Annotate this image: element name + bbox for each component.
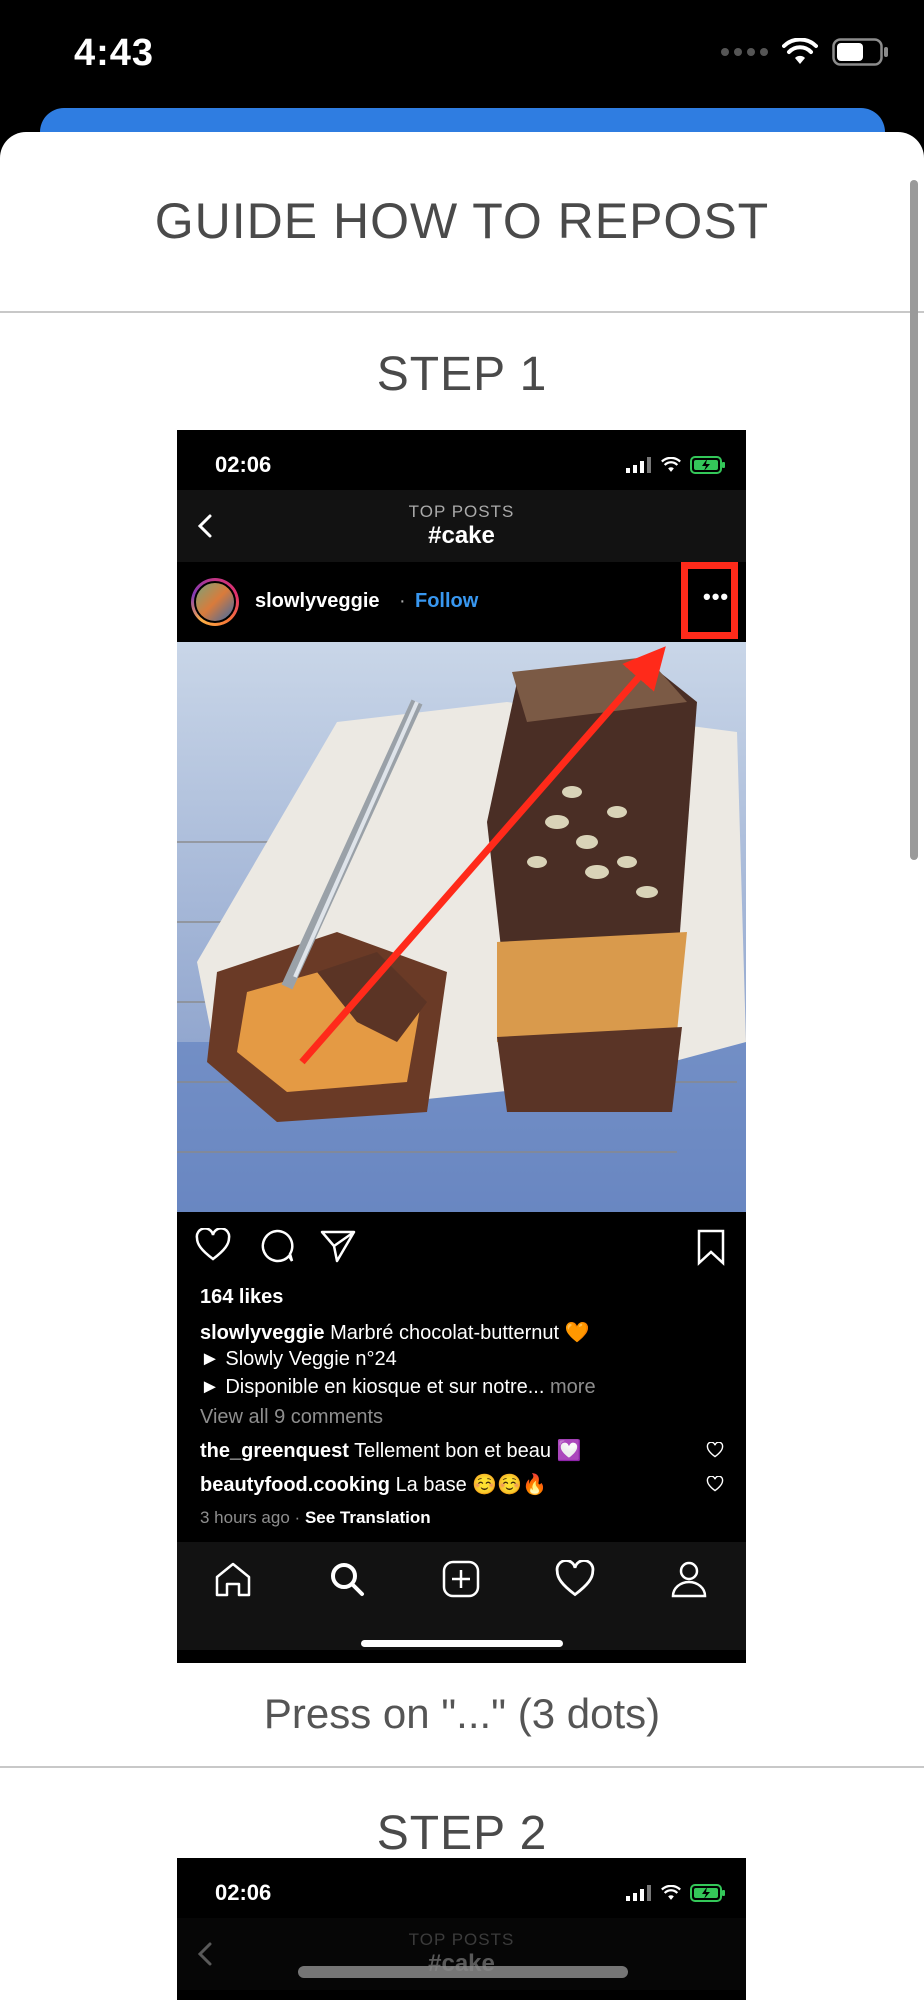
screenshot-time: 02:06 [215,452,272,477]
guide-title: GUIDE HOW TO REPOST [154,193,770,249]
share-send-icon [320,1230,356,1263]
like-heart-icon [195,1228,231,1261]
home-icon [215,1562,251,1597]
cellular-signal-icon [626,1885,651,1901]
battery-charging-icon [690,1884,725,1902]
nav-title: #cake [428,522,495,549]
post-actions [177,1212,746,1286]
caption-username: slowlyveggie [200,1322,325,1344]
divider [0,311,924,313]
caption-line-3: ► Disponible en kiosque et sur notre... … [200,1376,596,1399]
scrollbar[interactable] [910,180,918,860]
bookmark-icon [697,1229,725,1266]
comment-username: the_greenquest [200,1440,349,1462]
post-header: slowlyveggie · Follow ••• [177,562,746,642]
comment-row: the_greenquest Tellement bon et beau 💟 [200,1438,581,1463]
step-1-title: STEP 1 [376,348,548,401]
new-post-icon [442,1560,480,1598]
step-1-screenshot: 02:06 TOP POSTS #cake slowlyveggie · Fol… [177,430,746,1663]
separator-dot: · [399,590,406,612]
status-time: 4:43 [74,32,155,74]
cellular-signal-icon [721,48,768,56]
screenshot-status-icons [626,456,726,474]
post-photo [177,642,746,1212]
profile-icon [671,1561,707,1598]
status-indicators [721,38,890,66]
battery-icon [832,38,888,66]
activity-heart-icon [555,1560,595,1597]
comment-like-icon [706,1476,724,1492]
nav-subtitle: TOP POSTS [408,1930,515,1949]
status-bar: 4:43 [0,0,924,110]
cellular-signal-icon [626,457,651,473]
screenshot-status-icons [626,1884,726,1902]
follow-link: Follow [415,590,479,612]
caption-text: Marbré chocolat-butternut 🧡 [330,1322,590,1344]
post-meta: 3 hours ago · See Translation [200,1508,431,1527]
comment-text: Tellement bon et beau 💟 [354,1440,582,1462]
post-caption: slowlyveggie Marbré chocolat-butternut 🧡 [200,1320,590,1345]
divider [0,1766,924,1768]
comment-username: beautyfood.cooking [200,1474,390,1496]
wifi-icon [782,38,818,64]
caption-more-link: more [550,1376,596,1398]
view-comments-link: View all 9 comments [200,1406,384,1428]
avatar [191,578,239,626]
home-indicator [361,1640,563,1647]
screenshot-time: 02:06 [215,1880,272,1905]
highlight-box [681,562,738,639]
battery-charging-icon [690,456,725,474]
caption-line-3-text: ► Disponible en kiosque et sur notre... [200,1376,545,1398]
wifi-icon [661,457,681,472]
comment-row: beautyfood.cooking La base ☺️☺️🔥 [200,1472,547,1497]
step-2-title: STEP 2 [376,1807,548,1860]
time-ago: 3 hours ago [200,1508,290,1527]
step-2-screenshot: 02:06 TOP POSTS #cake [177,1858,746,2000]
comment-text: La base ☺️☺️🔥 [395,1474,547,1496]
nav-subtitle: TOP POSTS [408,502,515,521]
comment-like-icon [706,1442,724,1458]
step-1-caption: Press on "..." (3 dots) [263,1690,661,1737]
screenshot-navbar: TOP POSTS #cake [177,1918,746,1990]
screenshot-tabbar [177,1542,746,1650]
home-indicator[interactable] [298,1966,628,1978]
caption-line-2: ► Slowly Veggie n°24 [200,1348,397,1370]
screenshot-navbar: TOP POSTS #cake [177,490,746,562]
wifi-icon [661,1885,681,1900]
post-username: slowlyveggie [255,590,380,612]
search-icon [331,1563,364,1596]
comment-icon [261,1229,294,1263]
see-translation-link: See Translation [304,1508,431,1527]
likes-count: 164 likes [200,1286,284,1308]
guide-sheet[interactable]: GUIDE HOW TO REPOST STEP 1 02:06 TOP POS… [0,132,924,2000]
